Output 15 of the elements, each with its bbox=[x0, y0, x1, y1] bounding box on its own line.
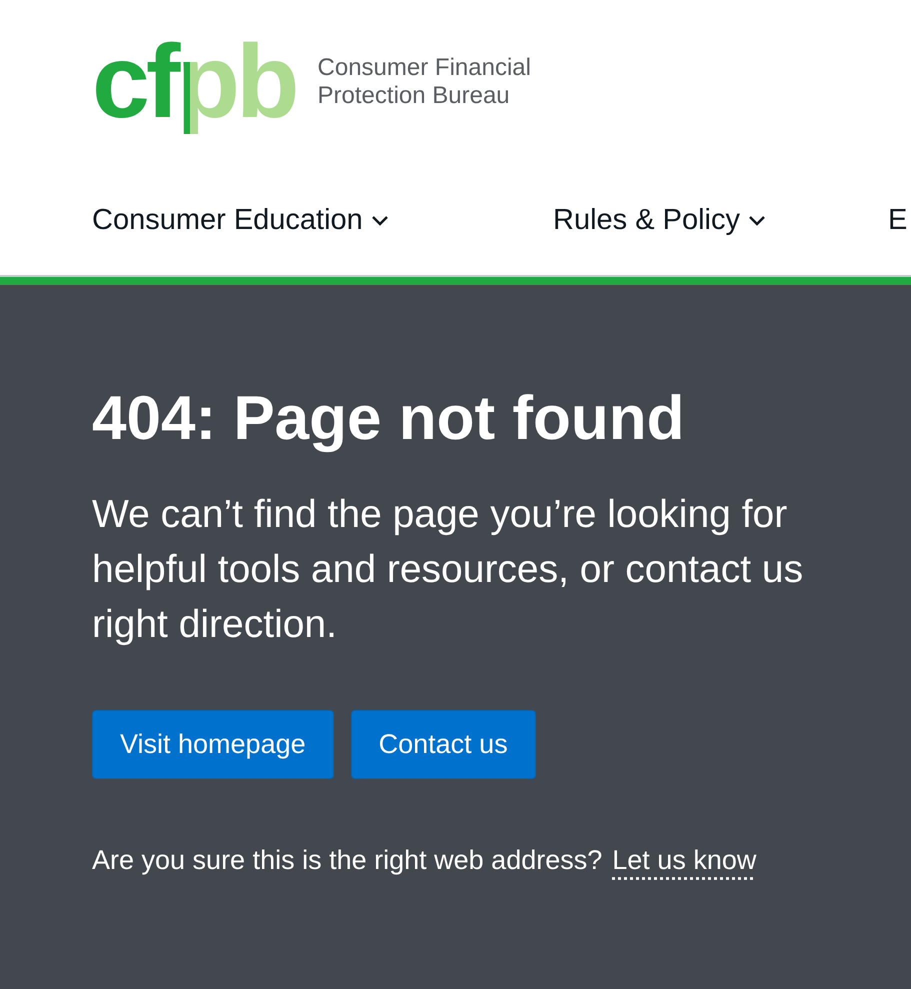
nav-item[interactable]: E bbox=[888, 204, 911, 237]
error-message: helpful tools and resources, or contact us bbox=[92, 547, 804, 593]
nav-item[interactable]: Rules & Policy bbox=[553, 204, 888, 237]
feedback-link[interactable]: Let us know bbox=[612, 845, 756, 876]
nav-item[interactable]: Consumer Education bbox=[92, 204, 553, 237]
agency-name: Consumer Financial bbox=[318, 54, 531, 82]
chevron-down-icon bbox=[748, 214, 766, 226]
agency-name: Protection Bureau bbox=[318, 82, 511, 110]
chevron-down-icon bbox=[370, 214, 389, 226]
error-message: right direction. bbox=[92, 602, 338, 648]
help-question: Are you sure this is the right web address? bbox=[92, 845, 602, 876]
action-button[interactable]: Contact us bbox=[350, 710, 536, 779]
error-message: We can’t find the page you’re looking for bbox=[92, 492, 788, 538]
page-title: 404: Page not found bbox=[92, 383, 686, 455]
action-button[interactable]: Visit homepage bbox=[92, 710, 334, 779]
